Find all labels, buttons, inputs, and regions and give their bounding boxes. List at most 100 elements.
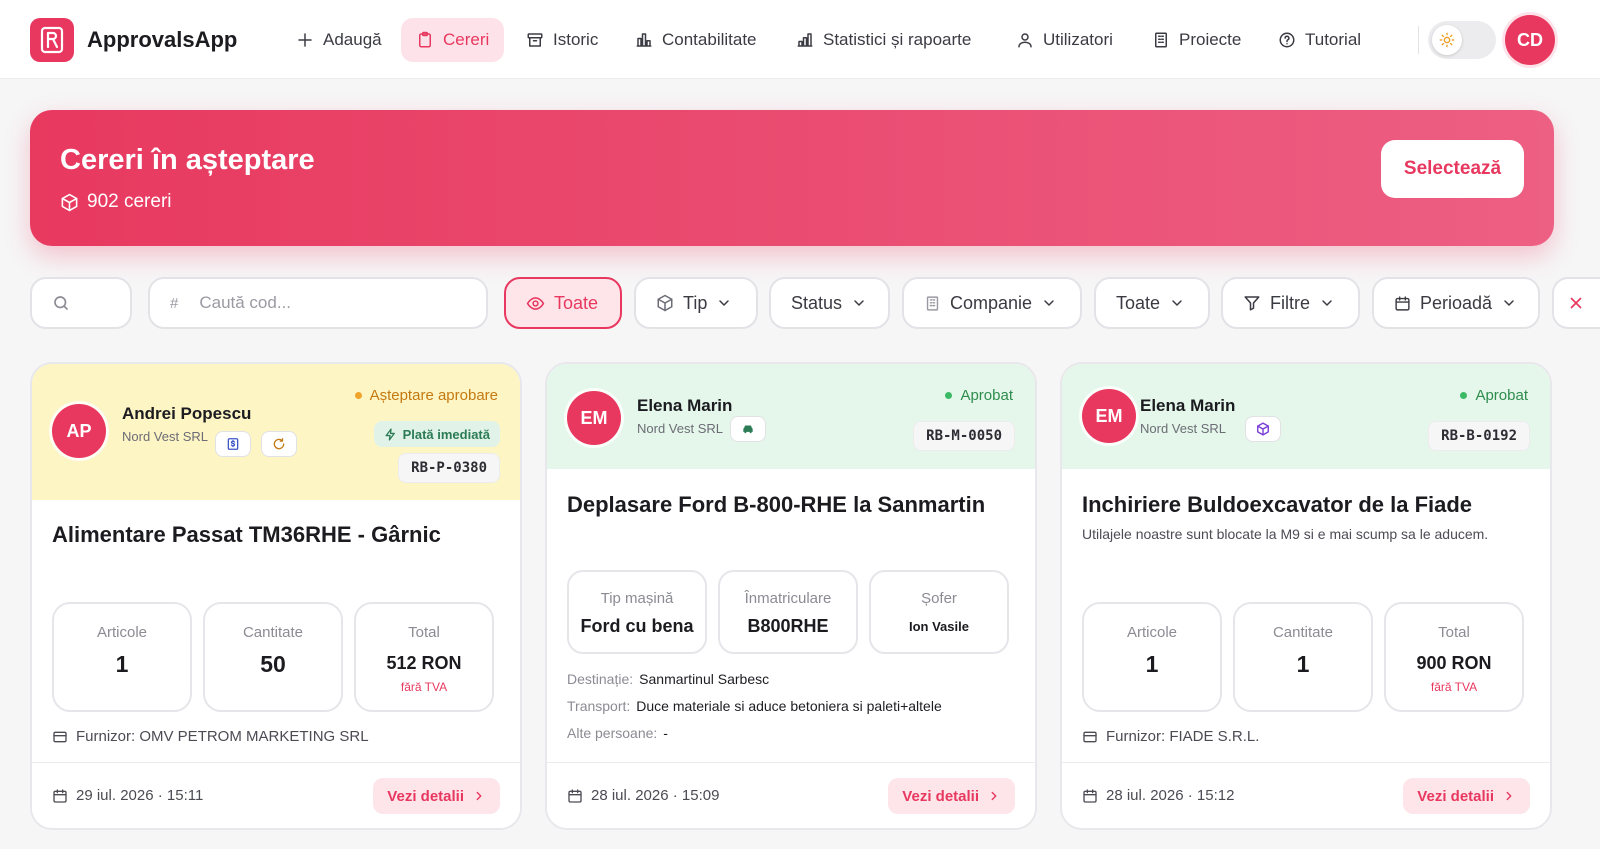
view-details-label: Vezi detalii — [1417, 787, 1494, 805]
select-button[interactable]: Selectează — [1381, 140, 1524, 198]
building-icon — [1155, 32, 1167, 48]
card-footer: 28 iul. 2026 · 15:12 Vezi detalii — [1062, 762, 1550, 828]
view-details-button[interactable]: Vezi detalii — [373, 778, 500, 814]
chevron-right-icon — [1506, 791, 1512, 801]
stat-total: Total 900 RON fără TVA — [1384, 602, 1524, 712]
nav-statistics[interactable]: Statistici și rapoarte — [781, 18, 986, 62]
request-date-label: 28 iul. 2026 · 15:12 — [1106, 787, 1235, 804]
request-card[interactable]: EM Elena Marin Nord Vest SRL Aprobat RB-… — [1060, 362, 1552, 830]
requester-company: Nord Vest SRL — [637, 421, 723, 436]
detail-key: Alte persoane: — [567, 725, 658, 741]
users-icon — [1018, 33, 1032, 48]
filter-scope[interactable]: Toate — [1094, 277, 1210, 329]
status-label: Aprobat — [960, 387, 1013, 404]
filter-type-label: Tip — [683, 292, 708, 313]
stat-value: 1 — [115, 651, 129, 677]
supplier-label: Furnizor: OMV PETROM MARKETING SRL — [76, 728, 369, 745]
sun-icon — [1439, 32, 1455, 48]
clear-filters-button[interactable] — [1552, 277, 1600, 329]
nav-tutorial[interactable]: Tutorial — [1263, 18, 1376, 62]
logo-icon — [40, 26, 64, 54]
stat-items: Articole 1 — [52, 602, 192, 712]
page-title: Cereri în așteptare — [60, 144, 315, 176]
stat-quantity: Cantitate 1 — [1233, 602, 1373, 712]
detail-value: Sanmartinul Sarbesc — [639, 671, 770, 687]
stat-sublabel: fără TVA — [1430, 680, 1478, 694]
nav-divider — [1418, 26, 1419, 54]
stat-label: Cantitate — [1272, 624, 1334, 641]
detail-other-persons: Alte persoane: - — [567, 725, 668, 741]
recurring-chip — [261, 431, 297, 457]
status-badge: Așteptare aprobare — [354, 387, 498, 404]
avatar: EM — [567, 391, 621, 445]
calendar-icon — [1083, 788, 1097, 803]
user-avatar[interactable]: CD — [1505, 15, 1555, 65]
card-footer: 29 iul. 2026 · 15:11 Vezi detalii — [32, 762, 520, 828]
view-details-button[interactable]: Vezi detalii — [1403, 778, 1530, 814]
calendar-icon — [568, 788, 582, 803]
nav-tutorial-label: Tutorial — [1305, 30, 1362, 49]
app-logo[interactable] — [30, 18, 74, 62]
request-count: 902 cereri — [60, 191, 172, 213]
request-date: 29 iul. 2026 · 15:11 — [52, 787, 203, 804]
stat-value: Ion Vasile — [909, 619, 969, 634]
package-icon — [61, 193, 78, 211]
nav-accounting-label: Contabilitate — [662, 30, 757, 49]
package-icon — [657, 294, 673, 312]
stat-value: 1 — [1145, 651, 1159, 677]
stat-label: Articole — [1126, 624, 1178, 641]
stat-value: Ford cu bena — [580, 616, 694, 636]
filter-type[interactable]: Tip — [634, 277, 758, 329]
request-date-label: 29 iul. 2026 · 15:11 — [76, 787, 204, 804]
nav-history[interactable]: Istoric — [511, 18, 613, 62]
code-search-placeholder: Caută cod... — [199, 293, 292, 312]
filter-all[interactable]: Toate — [504, 277, 622, 329]
nav-accounting[interactable]: Contabilitate — [620, 18, 772, 62]
card-header: AP Andrei Popescu Nord Vest SRL Așteptar… — [32, 364, 520, 500]
request-card[interactable]: AP Andrei Popescu Nord Vest SRL Așteptar… — [30, 362, 522, 830]
refresh-icon — [273, 438, 285, 450]
filter-period[interactable]: Perioadă — [1372, 277, 1540, 329]
stat-label: Total — [1438, 624, 1470, 641]
theme-toggle[interactable] — [1428, 21, 1496, 59]
invoice-chip — [215, 431, 251, 457]
request-card[interactable]: EM Elena Marin Nord Vest SRL Aprobat RB-… — [545, 362, 1037, 830]
chevron-down-icon — [1044, 300, 1054, 306]
eye-icon — [526, 296, 545, 310]
vehicle-chip — [730, 416, 766, 442]
filter-all-label: Toate — [554, 292, 599, 313]
supplier: Furnizor: OMV PETROM MARKETING SRL — [52, 728, 369, 745]
nav-requests-label: Cereri — [443, 30, 490, 49]
nav-projects-label: Proiecte — [1179, 30, 1242, 49]
detail-value: Duce materiale si aduce betoniera si pal… — [636, 698, 942, 714]
filter-more[interactable]: Filtre — [1221, 277, 1360, 329]
filter-scope-label: Toate — [1116, 292, 1161, 313]
nav-requests[interactable]: Cereri — [401, 18, 505, 62]
stat-total: Total 512 RON fără TVA — [354, 602, 494, 712]
card-header: EM Elena Marin Nord Vest SRL Aprobat RB-… — [1062, 364, 1550, 469]
request-code: RB-M-0050 — [913, 421, 1015, 451]
supplier-label: Furnizor: FIADE S.R.L. — [1106, 728, 1260, 745]
nav-add[interactable]: Adaugă — [281, 18, 397, 62]
nav-projects[interactable]: Proiecte — [1137, 18, 1256, 62]
stat-driver: Șofer Ion Vasile — [869, 570, 1009, 654]
credit-card-icon — [1083, 731, 1097, 742]
hash-icon: # — [170, 294, 179, 312]
supplier: Furnizor: FIADE S.R.L. — [1082, 728, 1259, 745]
stat-quantity: Cantitate 50 — [203, 602, 343, 712]
search-input[interactable] — [30, 277, 132, 329]
filter-company-label: Companie — [950, 292, 1033, 313]
nav-users[interactable]: Utilizatori — [1001, 18, 1128, 62]
invoice-icon — [227, 438, 239, 450]
code-search-input[interactable]: # Caută cod... — [148, 277, 488, 329]
view-details-button[interactable]: Vezi detalii — [888, 778, 1015, 814]
chevron-right-icon — [476, 791, 482, 801]
stat-sublabel: fără TVA — [400, 680, 448, 694]
filter-status[interactable]: Status — [769, 277, 890, 329]
requester-name: Elena Marin — [1140, 396, 1236, 415]
stat-value: 1 — [1296, 651, 1310, 677]
calendar-icon — [1395, 295, 1410, 311]
filter-company[interactable]: Companie — [902, 277, 1082, 329]
stat-label: Tip mașină — [600, 590, 674, 607]
avatar: EM — [1082, 389, 1136, 443]
